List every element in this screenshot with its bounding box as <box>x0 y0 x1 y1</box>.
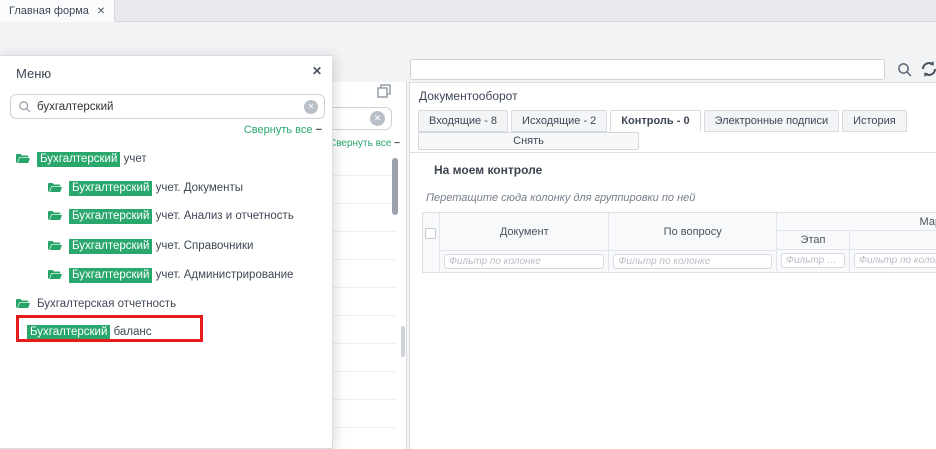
group-header-route[interactable]: Маршрут <box>777 213 936 231</box>
tab-incoming[interactable]: Входящие - 8 <box>418 110 508 132</box>
menu-item-accounting-administration[interactable]: Бухгалтерский учет. Администрирование <box>48 266 293 284</box>
column-stage: Этап <box>777 231 850 272</box>
control-table-header: Документ По вопросу Маршрут Этап Участни… <box>422 212 936 273</box>
menu-collapse-all-label: Свернуть все <box>244 124 313 136</box>
menu-item-label: баланс <box>110 326 151 338</box>
tab-outgoing[interactable]: Исходящие - 2 <box>511 110 607 132</box>
menu-item-accounting-documents[interactable]: Бухгалтерский учет. Документы <box>48 179 243 197</box>
search-match-highlight: Бухгалтерский <box>69 268 152 283</box>
column-header-document[interactable]: Документ <box>440 213 609 251</box>
filter-input-document[interactable] <box>444 254 605 269</box>
page-scrollbar-thumb[interactable] <box>401 326 405 357</box>
column-header-stage[interactable]: Этап <box>777 231 849 250</box>
search-match-highlight: Бухгалтерский <box>69 181 152 196</box>
window-tab-main-form[interactable]: Главная форма ✕ <box>0 0 115 22</box>
document-flow-tabs: Входящие - 8 Исходящие - 2 Контроль - 0 … <box>418 110 907 132</box>
menu-item-label: учет. Анализ и отчетность <box>152 210 293 222</box>
menu-item-label: учет. Администрирование <box>152 269 293 281</box>
search-match-highlight: Бухгалтерский <box>37 152 120 167</box>
menu-collapse-all-link[interactable]: Свернуть все − <box>244 124 322 136</box>
column-participants: Участники <box>850 231 936 272</box>
window-tabbar: Главная форма ✕ <box>0 0 936 22</box>
minus-icon: − <box>316 124 322 136</box>
select-all-checkbox[interactable] <box>425 228 436 239</box>
filter-input-subject[interactable] <box>613 254 772 269</box>
menu-item-accounting-reports[interactable]: Бухгалтерская отчетность <box>16 295 176 313</box>
menu-search-box: ✕ <box>10 94 325 119</box>
search-match-highlight: Бухгалтерский <box>69 239 152 254</box>
filter-input-participants[interactable] <box>854 253 936 268</box>
nav-search-clear-icon[interactable]: ✕ <box>370 111 385 126</box>
folder-icon <box>48 240 62 252</box>
search-match-highlight: Бухгалтерский <box>69 209 152 224</box>
menu-close-icon[interactable]: ✕ <box>312 64 322 78</box>
menu-item-label: учет. Справочники <box>152 240 253 252</box>
folder-icon <box>16 153 30 165</box>
column-header-subject[interactable]: По вопросу <box>609 213 776 251</box>
tab-close-icon[interactable]: ✕ <box>97 6 105 17</box>
section-title: На моем контроле <box>434 163 542 177</box>
filter-input-stage[interactable] <box>781 253 845 268</box>
column-document: Документ <box>440 213 610 272</box>
column-group-route: Маршрут Этап Участники <box>777 213 936 272</box>
menu-item-label: учет <box>120 153 146 165</box>
column-subject: По вопросу <box>609 213 777 272</box>
remove-button[interactable]: Снять <box>418 132 639 150</box>
refresh-icon[interactable] <box>919 60 936 81</box>
folder-icon <box>48 269 62 281</box>
folder-icon <box>16 298 30 310</box>
tab-signatures[interactable]: Электронные подписи <box>704 110 840 132</box>
panel-title: Документооборот <box>419 89 518 103</box>
window-tab-label: Главная форма <box>9 5 89 17</box>
menu-search-clear-icon[interactable]: ✕ <box>304 100 318 114</box>
menu-item-balance-sheet[interactable]: Бухгалтерский баланс <box>27 323 152 341</box>
restore-window-icon[interactable] <box>377 84 391 101</box>
menu-title: Меню <box>16 66 51 81</box>
menu-item-accounting-directories[interactable]: Бухгалтерский учет. Справочники <box>48 237 253 255</box>
groupby-hint[interactable]: Перетащите сюда колонку для группировки … <box>426 192 695 204</box>
global-search-input[interactable] <box>410 59 885 80</box>
menu-item-label: учет. Документы <box>152 182 243 194</box>
tab-history[interactable]: История <box>842 110 907 132</box>
search-match-highlight: Бухгалтерский <box>27 325 110 340</box>
menu-item-label: Бухгалтерская отчетность <box>37 298 176 310</box>
select-all-cell <box>423 213 440 272</box>
control-tab-content: На моем контроле Перетащите сюда колонку… <box>410 152 936 449</box>
nav-scrollbar-thumb[interactable] <box>392 158 398 215</box>
column-header-participants[interactable]: Участники <box>850 231 936 250</box>
nav-tree-rows[interactable] <box>333 148 397 449</box>
document-flow-panel: Документооборот Входящие - 8 Исходящие -… <box>409 82 936 449</box>
folder-icon <box>48 210 62 222</box>
menu-item-accounting-analysis[interactable]: Бухгалтерский учет. Анализ и отчетность <box>48 207 294 225</box>
menu-search-input[interactable] <box>37 97 292 116</box>
menu-overlay: Меню ✕ ✕ Свернуть все − Бухгалтерский уч… <box>0 55 333 449</box>
search-icon[interactable] <box>897 62 913 81</box>
menu-search-icon <box>18 100 32 119</box>
tab-control[interactable]: Контроль - 0 <box>610 110 700 132</box>
menu-item-accounting[interactable]: Бухгалтерский учет <box>16 150 147 168</box>
folder-icon <box>48 182 62 194</box>
